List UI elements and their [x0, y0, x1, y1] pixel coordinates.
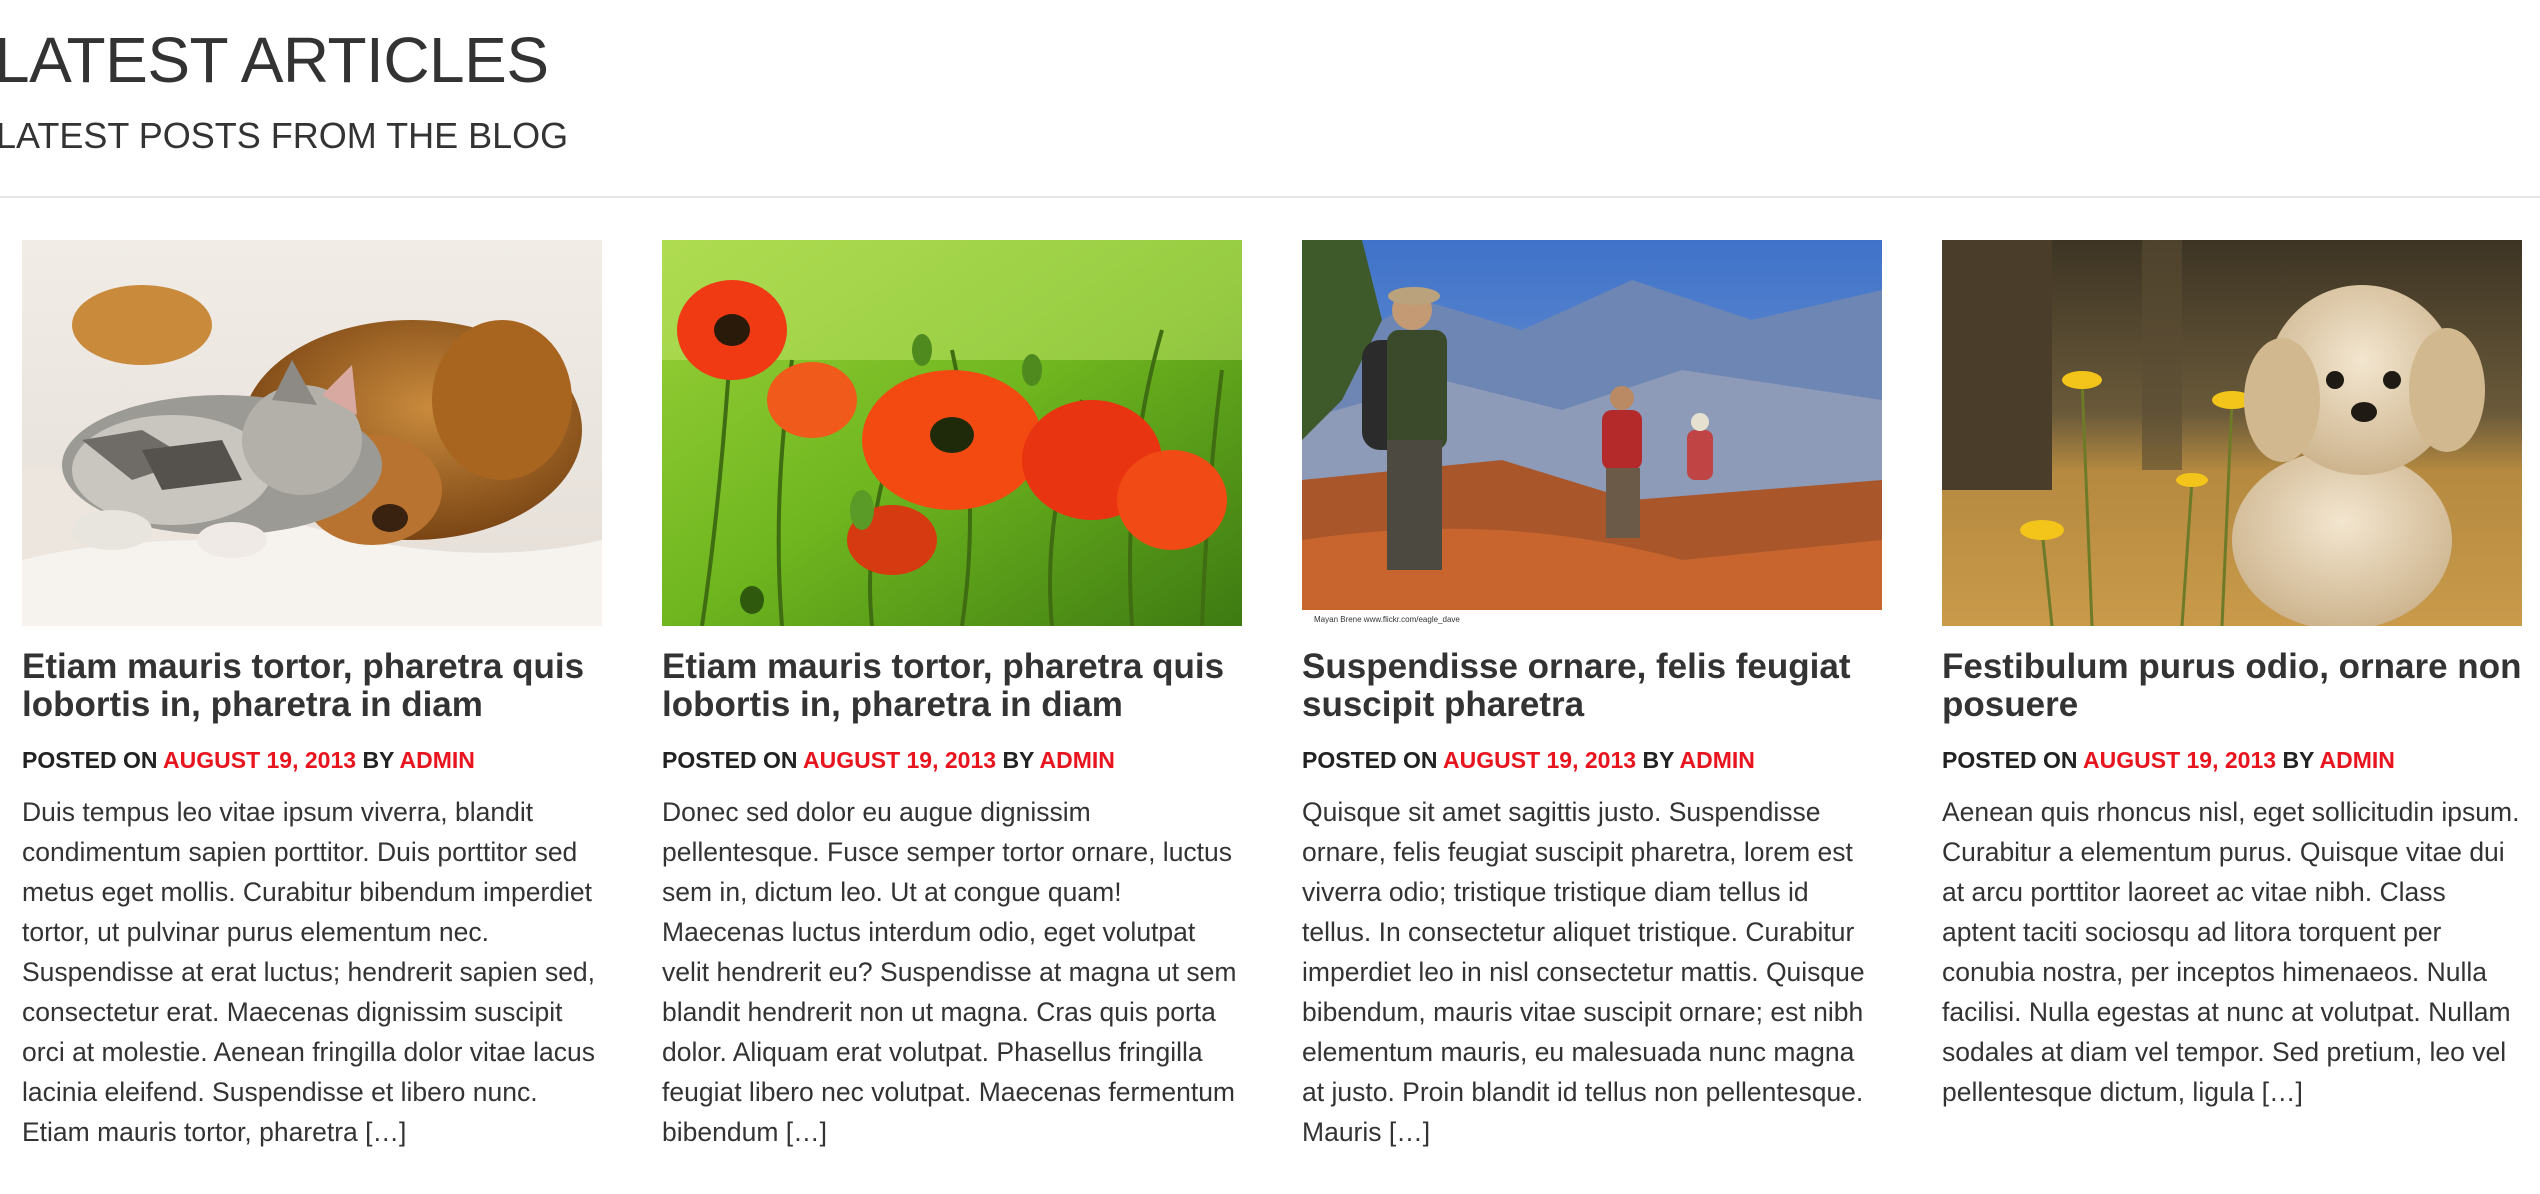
- article-author-link[interactable]: ADMIN: [1040, 747, 1115, 773]
- article-excerpt: Quisque sit amet sagittis justo. Suspend…: [1302, 797, 1865, 1147]
- article-author-link[interactable]: ADMIN: [400, 747, 475, 773]
- article-date-link[interactable]: AUGUST 19, 2013: [2083, 747, 2276, 773]
- article-card: Etiam mauris tortor, pharetra quis lobor…: [662, 240, 1242, 1152]
- article-title[interactable]: Suspendisse ornare, felis feugiat suscip…: [1302, 648, 1882, 724]
- article-author-link[interactable]: ADMIN: [1680, 747, 1755, 773]
- canyon-hikers-image: Mayan Brene www.flickr.com/eagle_dave: [1302, 240, 1882, 626]
- section-header: LATEST ARTICLES LATEST POSTS FROM THE BL…: [0, 0, 2540, 198]
- by-label: BY: [362, 747, 394, 773]
- article-image-hikers[interactable]: Mayan Brene www.flickr.com/eagle_dave: [1302, 240, 1882, 626]
- posted-on-label: POSTED ON: [662, 747, 798, 773]
- article-excerpt: Duis tempus leo vitae ipsum viverra, bla…: [22, 797, 596, 1147]
- article-title[interactable]: Festibulum purus odio, ornare non posuer…: [1942, 648, 2522, 724]
- article-card: Mayan Brene www.flickr.com/eagle_dave Su…: [1302, 240, 1882, 1152]
- article-card: Etiam mauris tortor, pharetra quis lobor…: [22, 240, 602, 1152]
- posted-on-label: POSTED ON: [1942, 747, 2078, 773]
- posted-on-label: POSTED ON: [1302, 747, 1438, 773]
- article-image-poppies[interactable]: [662, 240, 1242, 626]
- article-card: Festibulum purus odio, ornare non posuer…: [1942, 240, 2522, 1112]
- article-title[interactable]: Etiam mauris tortor, pharetra quis lobor…: [662, 648, 1242, 724]
- article-image-puppy[interactable]: [1942, 240, 2522, 626]
- article-excerpt: Aenean quis rhoncus nisl, eget sollicitu…: [1942, 797, 2520, 1107]
- by-label: BY: [2282, 747, 2314, 773]
- article-excerpt: Donec sed dolor eu augue dignissim pelle…: [662, 797, 1237, 1147]
- article-date-link[interactable]: AUGUST 19, 2013: [163, 747, 356, 773]
- article-title[interactable]: Etiam mauris tortor, pharetra quis lobor…: [22, 648, 602, 724]
- by-label: BY: [1002, 747, 1034, 773]
- kitten-and-puppy-image: [22, 240, 602, 626]
- article-image-kitten-puppy[interactable]: [22, 240, 602, 626]
- section-subtitle: LATEST POSTS FROM THE BLOG: [0, 115, 569, 156]
- articles-grid: Etiam mauris tortor, pharetra quis lobor…: [22, 240, 2522, 1194]
- article-date-link[interactable]: AUGUST 19, 2013: [803, 747, 996, 773]
- posted-on-label: POSTED ON: [22, 747, 158, 773]
- article-author-link[interactable]: ADMIN: [2320, 747, 2395, 773]
- article-meta: POSTED ON AUGUST 19, 2013 BY ADMIN: [22, 746, 602, 774]
- article-meta: POSTED ON AUGUST 19, 2013 BY ADMIN: [662, 746, 1242, 774]
- article-meta: POSTED ON AUGUST 19, 2013 BY ADMIN: [1942, 746, 2522, 774]
- section-title: LATEST ARTICLES: [0, 24, 549, 96]
- red-poppies-image: [662, 240, 1242, 626]
- by-label: BY: [1642, 747, 1674, 773]
- article-meta: POSTED ON AUGUST 19, 2013 BY ADMIN: [1302, 746, 1882, 774]
- article-date-link[interactable]: AUGUST 19, 2013: [1443, 747, 1636, 773]
- image-caption: Mayan Brene www.flickr.com/eagle_dave: [1314, 615, 1460, 624]
- fluffy-puppy-image: [1942, 240, 2522, 626]
